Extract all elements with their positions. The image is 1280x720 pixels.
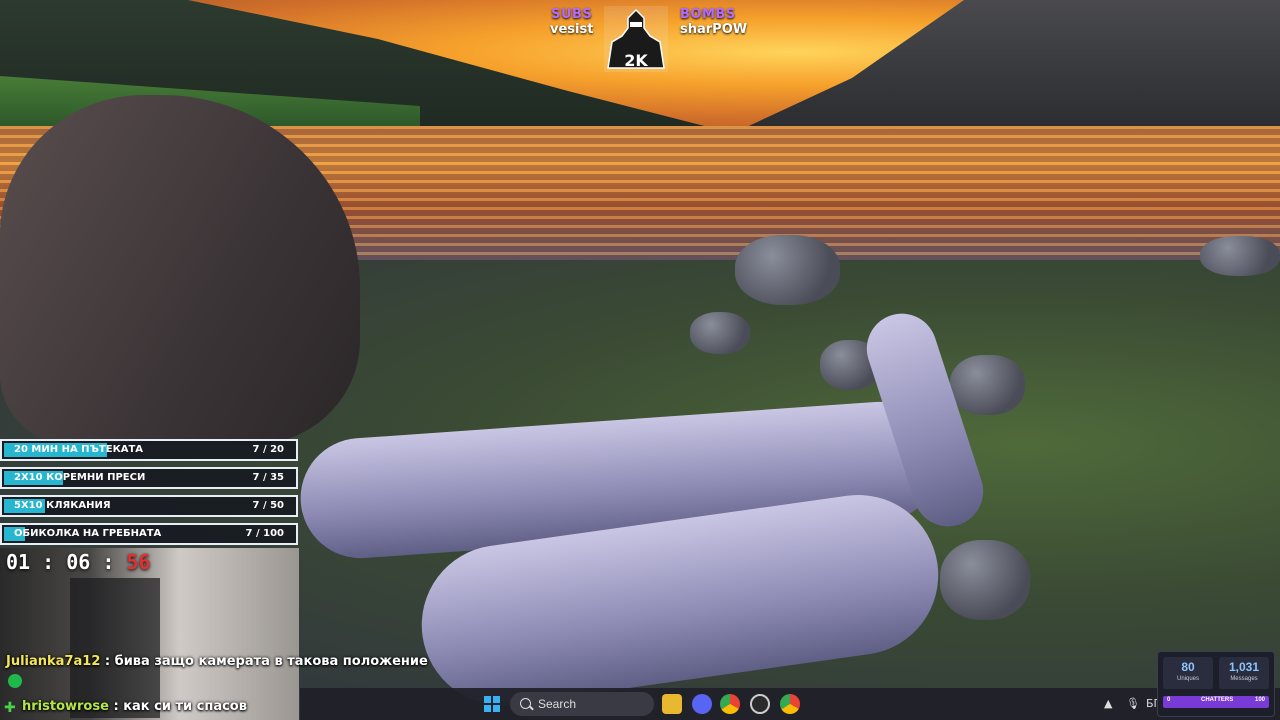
- boulder: [735, 235, 840, 305]
- goal-name: 2X10 КОРЕМНИ ПРЕСИ: [14, 472, 146, 483]
- chat-badge-icon: [8, 674, 22, 688]
- microphone-icon[interactable]: 🎙: [1126, 697, 1140, 710]
- obs-icon[interactable]: [750, 694, 770, 714]
- subs-label: SUBS: [551, 7, 593, 22]
- boulder: [1200, 236, 1280, 276]
- bombs-stat: BOMBS sharPOW: [680, 7, 747, 37]
- goal-name: 20 МИН НА ПЪТЕКАТА: [14, 444, 144, 455]
- file-explorer-icon[interactable]: [662, 694, 682, 714]
- boulder: [950, 355, 1025, 415]
- uniques-value: 80: [1181, 660, 1195, 674]
- goal-bar: ОБИКОЛКА НА ГРЕБНАТА 7 / 100: [0, 523, 298, 545]
- chat-message: hristowrose : как си ти спасов: [22, 699, 247, 714]
- uniques-box: 80 Uniques: [1163, 657, 1213, 689]
- chatters-max: 100: [1254, 697, 1265, 703]
- messages-value: 1,031: [1228, 660, 1260, 674]
- chatters-bar: 0 CHATTERS 100: [1163, 696, 1269, 708]
- boulder: [690, 312, 750, 354]
- leaf-badge-icon: ✚: [4, 700, 16, 716]
- chatters-min: 0: [1167, 697, 1171, 703]
- goal-count: 7 / 35: [252, 472, 285, 483]
- chat-separator: :: [100, 654, 115, 669]
- stream-timer: 01 : 06 : 56: [6, 550, 151, 574]
- chatters-label: CHATTERS: [1201, 697, 1234, 703]
- bombs-value: sharPOW: [680, 22, 748, 37]
- discord-icon[interactable]: [692, 694, 712, 714]
- boulder: [940, 540, 1030, 620]
- goal-name: ОБИКОЛКА НА ГРЕБНАТА: [14, 528, 162, 539]
- chat-username: hristowrose: [22, 699, 109, 714]
- search-icon: [520, 698, 531, 709]
- chrome-icon[interactable]: [720, 694, 740, 714]
- chat-separator: :: [108, 699, 124, 714]
- timer-separator: :: [42, 550, 55, 574]
- chevron-up-icon[interactable]: ▲: [1104, 697, 1112, 710]
- messages-label: Messages: [1230, 676, 1258, 682]
- chat-username: Julianka7a12: [6, 654, 101, 669]
- chat-text: бива защо камерата в такова положение: [114, 654, 428, 669]
- messages-box: 1,031 Messages: [1219, 657, 1269, 689]
- taskbar-search[interactable]: Search: [510, 692, 654, 716]
- taskbar: Search ▲ 🎙 БГ: [300, 688, 1280, 720]
- goal-count: 7 / 100: [245, 528, 284, 539]
- timer-hours: 01: [6, 550, 31, 574]
- uniques-label: Uniques: [1176, 676, 1199, 682]
- goal-bar: 20 МИН НА ПЪТЕКАТА 7 / 20: [0, 439, 298, 461]
- windows-start-icon[interactable]: [484, 696, 500, 712]
- bombs-label: BOMBS: [680, 7, 736, 22]
- chat-text: как си ти спасов: [123, 699, 247, 714]
- goal-count: 7 / 20: [252, 444, 285, 455]
- timer-separator: :: [102, 550, 115, 574]
- subs-value: vesist: [550, 22, 594, 37]
- goal-bar: 5X10 КЛЯКАНИЯ 7 / 50: [0, 495, 298, 517]
- chrome-icon[interactable]: [780, 694, 800, 714]
- goal-bar: 2X10 КОРЕМНИ ПРЕСИ 7 / 35: [0, 467, 298, 489]
- timer-seconds: 56: [126, 550, 151, 574]
- chat-message: Julianka7a12 : бива защо камерата в тако…: [6, 654, 428, 669]
- logo-text: 2K: [624, 51, 648, 70]
- timer-minutes: 06: [66, 550, 91, 574]
- channel-logo: 2K: [604, 6, 668, 72]
- search-placeholder: Search: [538, 697, 577, 711]
- subs-stat: SUBS vesist: [550, 7, 593, 37]
- goal-count: 7 / 50: [252, 500, 285, 511]
- goal-name: 5X10 КЛЯКАНИЯ: [14, 500, 111, 511]
- chat-stats-widget: 80 Uniques 1,031 Messages 0 CHATTERS 100: [1157, 651, 1275, 717]
